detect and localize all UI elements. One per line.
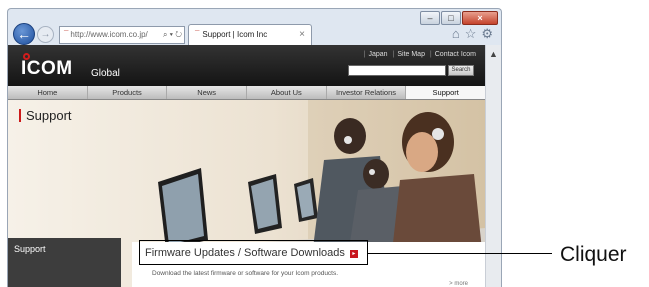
nav-products[interactable]: Products [88,86,168,99]
close-button[interactable]: × [462,11,498,25]
nav-home[interactable]: Home [8,86,88,99]
address-url: http://www.icom.co.jp/ [70,30,148,39]
site-icon: ¯ [64,30,69,39]
top-link-sitemap[interactable]: Site Map [397,51,425,58]
favorites-star-icon[interactable]: ☆ [465,26,477,42]
callout-highlight-box [139,240,368,265]
more-link[interactable]: > more [449,281,468,287]
nav-news[interactable]: News [167,86,248,99]
window-controls: – □ × [420,11,498,25]
site-logo[interactable]: ICOM [21,58,73,80]
tab-title: Support | Icom Inc [202,30,268,39]
nav-about-us[interactable]: About Us [247,86,327,99]
nav-investor-relations[interactable]: Investor Relations [327,86,407,99]
minimize-button[interactable]: – [420,11,440,25]
callout-leader-line [368,253,552,254]
firmware-description: Download the latest firmware or software… [152,270,339,277]
callout-label: Cliquer [560,243,627,266]
nav-support[interactable]: Support [406,86,486,99]
top-links: | Japan | Site Map | Contact Icom [363,51,476,58]
vertical-scrollbar[interactable]: ▲ [485,45,501,287]
tab-favicon-icon: ¯ [195,30,200,39]
forward-arrow-icon: → [40,29,51,40]
back-button[interactable]: ← [13,23,35,45]
home-icon[interactable]: ⌂ [452,26,460,42]
site-header: ICOM Global | Japan | Site Map | Contact Ic… [8,45,486,86]
top-link-contact[interactable]: Contact Icom [435,51,476,58]
back-arrow-icon: ← [17,26,31,42]
top-link-japan[interactable]: Japan [368,51,387,58]
browser-toolbar: ⌂ ☆ ⚙ [452,26,493,42]
logo-subtitle: Global [91,68,120,79]
tab-close-icon[interactable]: × [299,25,305,45]
site-search-input[interactable] [348,65,446,76]
scroll-up-icon[interactable]: ▲ [488,49,499,59]
sidebar: Support [8,238,121,287]
address-bar[interactable]: ¯ http://www.icom.co.jp/ ⌕ ▾ ↻ [59,26,185,44]
sidebar-title[interactable]: Support [14,244,46,254]
browser-tab[interactable]: ¯ Support | Icom Inc × [188,24,312,45]
gear-icon[interactable]: ⚙ [481,26,493,42]
forward-button[interactable]: → [37,26,54,43]
page-title: Support [19,109,72,122]
maximize-button[interactable]: □ [441,11,461,25]
main-nav: Home Products News About Us Investor Rel… [8,86,486,100]
search-refresh-icon[interactable]: ⌕ ▾ ↻ [163,27,182,43]
search-button[interactable]: Search [448,65,474,76]
